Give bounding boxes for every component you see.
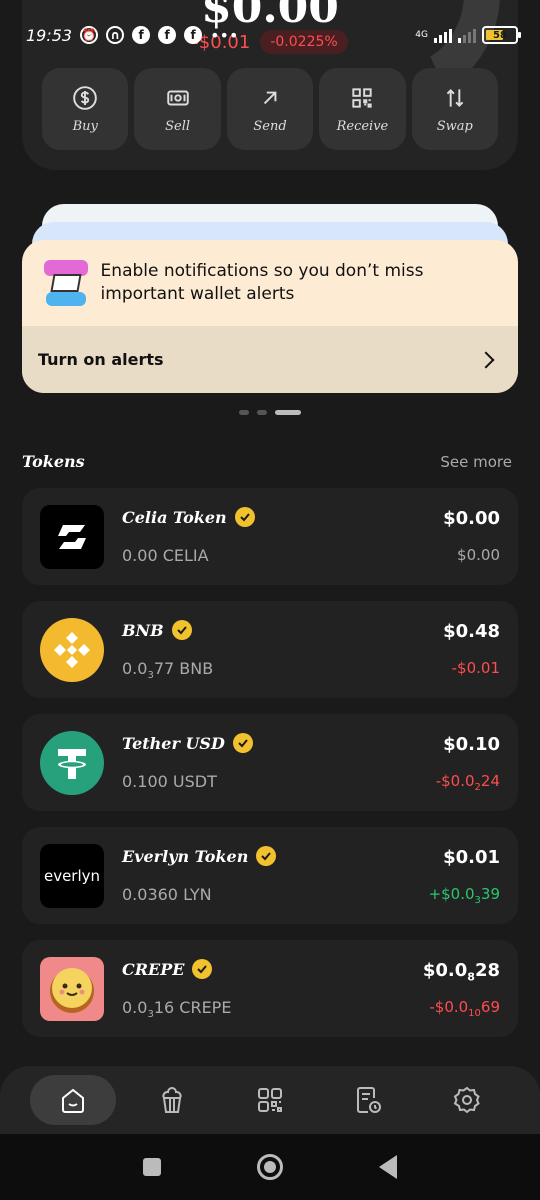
carousel-dot[interactable] bbox=[257, 410, 267, 415]
token-quantity: 0.00 CELIA bbox=[122, 546, 209, 565]
token-row-bnb[interactable]: BNB 0.0377 BNB $0.48 -$0.01 bbox=[22, 601, 518, 698]
verified-badge-icon bbox=[256, 846, 277, 866]
token-name: BNB bbox=[122, 620, 164, 640]
dollar-circle-icon bbox=[73, 85, 98, 110]
nav-popcorn[interactable] bbox=[129, 1075, 215, 1125]
headphones-icon: ∩ bbox=[106, 26, 125, 44]
turn-on-alerts-button[interactable]: Turn on alerts bbox=[22, 326, 518, 393]
token-change: $0.00 bbox=[457, 546, 500, 564]
token-name: Tether USD bbox=[122, 733, 225, 753]
everlyn-logo: everlyn bbox=[40, 844, 104, 908]
token-quantity: 0.0377 BNB bbox=[122, 659, 214, 682]
notification-card[interactable]: Enable notifications so you don’t miss i… bbox=[22, 240, 518, 393]
tokens-header: Tokens See more bbox=[22, 452, 512, 471]
signal-icon-sim2 bbox=[458, 27, 476, 43]
nav-settings[interactable] bbox=[424, 1075, 510, 1125]
alarm-icon: ⏰ bbox=[80, 26, 99, 44]
signal-icon bbox=[434, 27, 452, 43]
token-name: Everlyn Token bbox=[122, 846, 249, 866]
verified-badge-icon bbox=[232, 733, 253, 753]
more-notifications-icon: ••• bbox=[210, 25, 239, 45]
token-row-celia[interactable]: Celia Token 0.00 CELIA $0.00 $0.00 bbox=[22, 488, 518, 585]
back-button[interactable] bbox=[379, 1155, 397, 1179]
history-icon bbox=[357, 1087, 382, 1113]
qr-scan-icon bbox=[257, 1088, 282, 1112]
chevron-right-icon bbox=[477, 351, 495, 368]
home-icon bbox=[62, 1088, 85, 1113]
nav-qr-scan[interactable] bbox=[227, 1075, 313, 1125]
token-row-crepe[interactable]: CREPE 0.0316 CREPE $0.0828 -$0.01069 bbox=[22, 940, 518, 1037]
token-value: $0.01 bbox=[443, 847, 500, 868]
token-value: $0.0828 bbox=[422, 960, 500, 984]
tokens-title: Tokens bbox=[22, 452, 85, 471]
arrow-up-right-icon bbox=[263, 91, 277, 104]
home-button[interactable] bbox=[257, 1154, 283, 1180]
token-quantity: 0.0316 CREPE bbox=[122, 998, 232, 1021]
token-name: Celia Token bbox=[122, 507, 227, 527]
receive-button[interactable]: Receive bbox=[319, 68, 406, 150]
sell-button[interactable]: Sell bbox=[134, 68, 221, 150]
token-change: -$0.0224 bbox=[435, 772, 500, 793]
token-change: -$0.01 bbox=[451, 659, 500, 677]
network-type: 4G bbox=[415, 29, 428, 40]
nav-history[interactable] bbox=[325, 1075, 411, 1125]
recent-apps-button[interactable] bbox=[143, 1158, 161, 1176]
carousel-dot-active[interactable] bbox=[275, 410, 301, 415]
facebook-icon: f bbox=[132, 26, 151, 44]
token-quantity: 0.100 USDT bbox=[122, 772, 217, 791]
qr-code-icon bbox=[352, 87, 373, 108]
facebook-icon: f bbox=[184, 26, 203, 44]
tether-logo bbox=[40, 731, 104, 795]
quick-actions: Buy Sell Send Receive Swap bbox=[42, 68, 499, 150]
buy-button[interactable]: Buy bbox=[42, 68, 129, 150]
token-quantity: 0.0360 LYN bbox=[122, 885, 212, 904]
battery-level: 58 bbox=[493, 29, 507, 41]
token-change: +$0.0339 bbox=[428, 885, 500, 906]
token-name: CREPE bbox=[122, 959, 185, 979]
verified-badge-icon bbox=[171, 620, 192, 640]
status-bar: 19:53 ⏰ ∩ f f f ••• 4G 58 bbox=[0, 18, 540, 52]
bottom-navigation bbox=[0, 1066, 540, 1134]
swap-button[interactable]: Swap bbox=[411, 68, 499, 150]
verified-badge-icon bbox=[192, 959, 213, 979]
notification-message: Enable notifications so you don’t miss i… bbox=[100, 261, 424, 304]
system-navigation-bar bbox=[0, 1134, 540, 1200]
token-row-everlyn[interactable]: everlyn Everlyn Token 0.0360 LYN $0.01 +… bbox=[22, 827, 518, 924]
battery-icon: 58 bbox=[482, 26, 521, 44]
turn-on-alerts-label: Turn on alerts bbox=[38, 350, 164, 369]
status-time: 19:53 bbox=[26, 25, 73, 45]
token-value: $0.10 bbox=[443, 734, 500, 755]
crepe-logo bbox=[40, 957, 104, 1021]
verified-badge-icon bbox=[234, 507, 255, 527]
send-button[interactable]: Send bbox=[226, 68, 314, 150]
see-more-link[interactable]: See more bbox=[440, 453, 512, 471]
carousel-indicator bbox=[0, 410, 540, 415]
carousel-dot[interactable] bbox=[239, 410, 249, 415]
settings-icon bbox=[453, 1086, 480, 1114]
nav-home[interactable] bbox=[30, 1075, 117, 1125]
token-row-tether[interactable]: Tether USD 0.100 USDT $0.10 -$0.0224 bbox=[22, 714, 518, 811]
token-change: -$0.01069 bbox=[429, 998, 500, 1019]
token-value: $0.48 bbox=[443, 621, 500, 642]
celia-token-logo bbox=[40, 505, 104, 569]
swap-arrows-icon bbox=[446, 88, 464, 107]
promo-logo bbox=[42, 258, 88, 308]
popcorn-icon bbox=[162, 1087, 182, 1113]
bnb-logo bbox=[40, 618, 104, 682]
token-value: $0.00 bbox=[443, 508, 500, 529]
cash-icon bbox=[166, 90, 189, 105]
facebook-icon: f bbox=[158, 26, 177, 44]
